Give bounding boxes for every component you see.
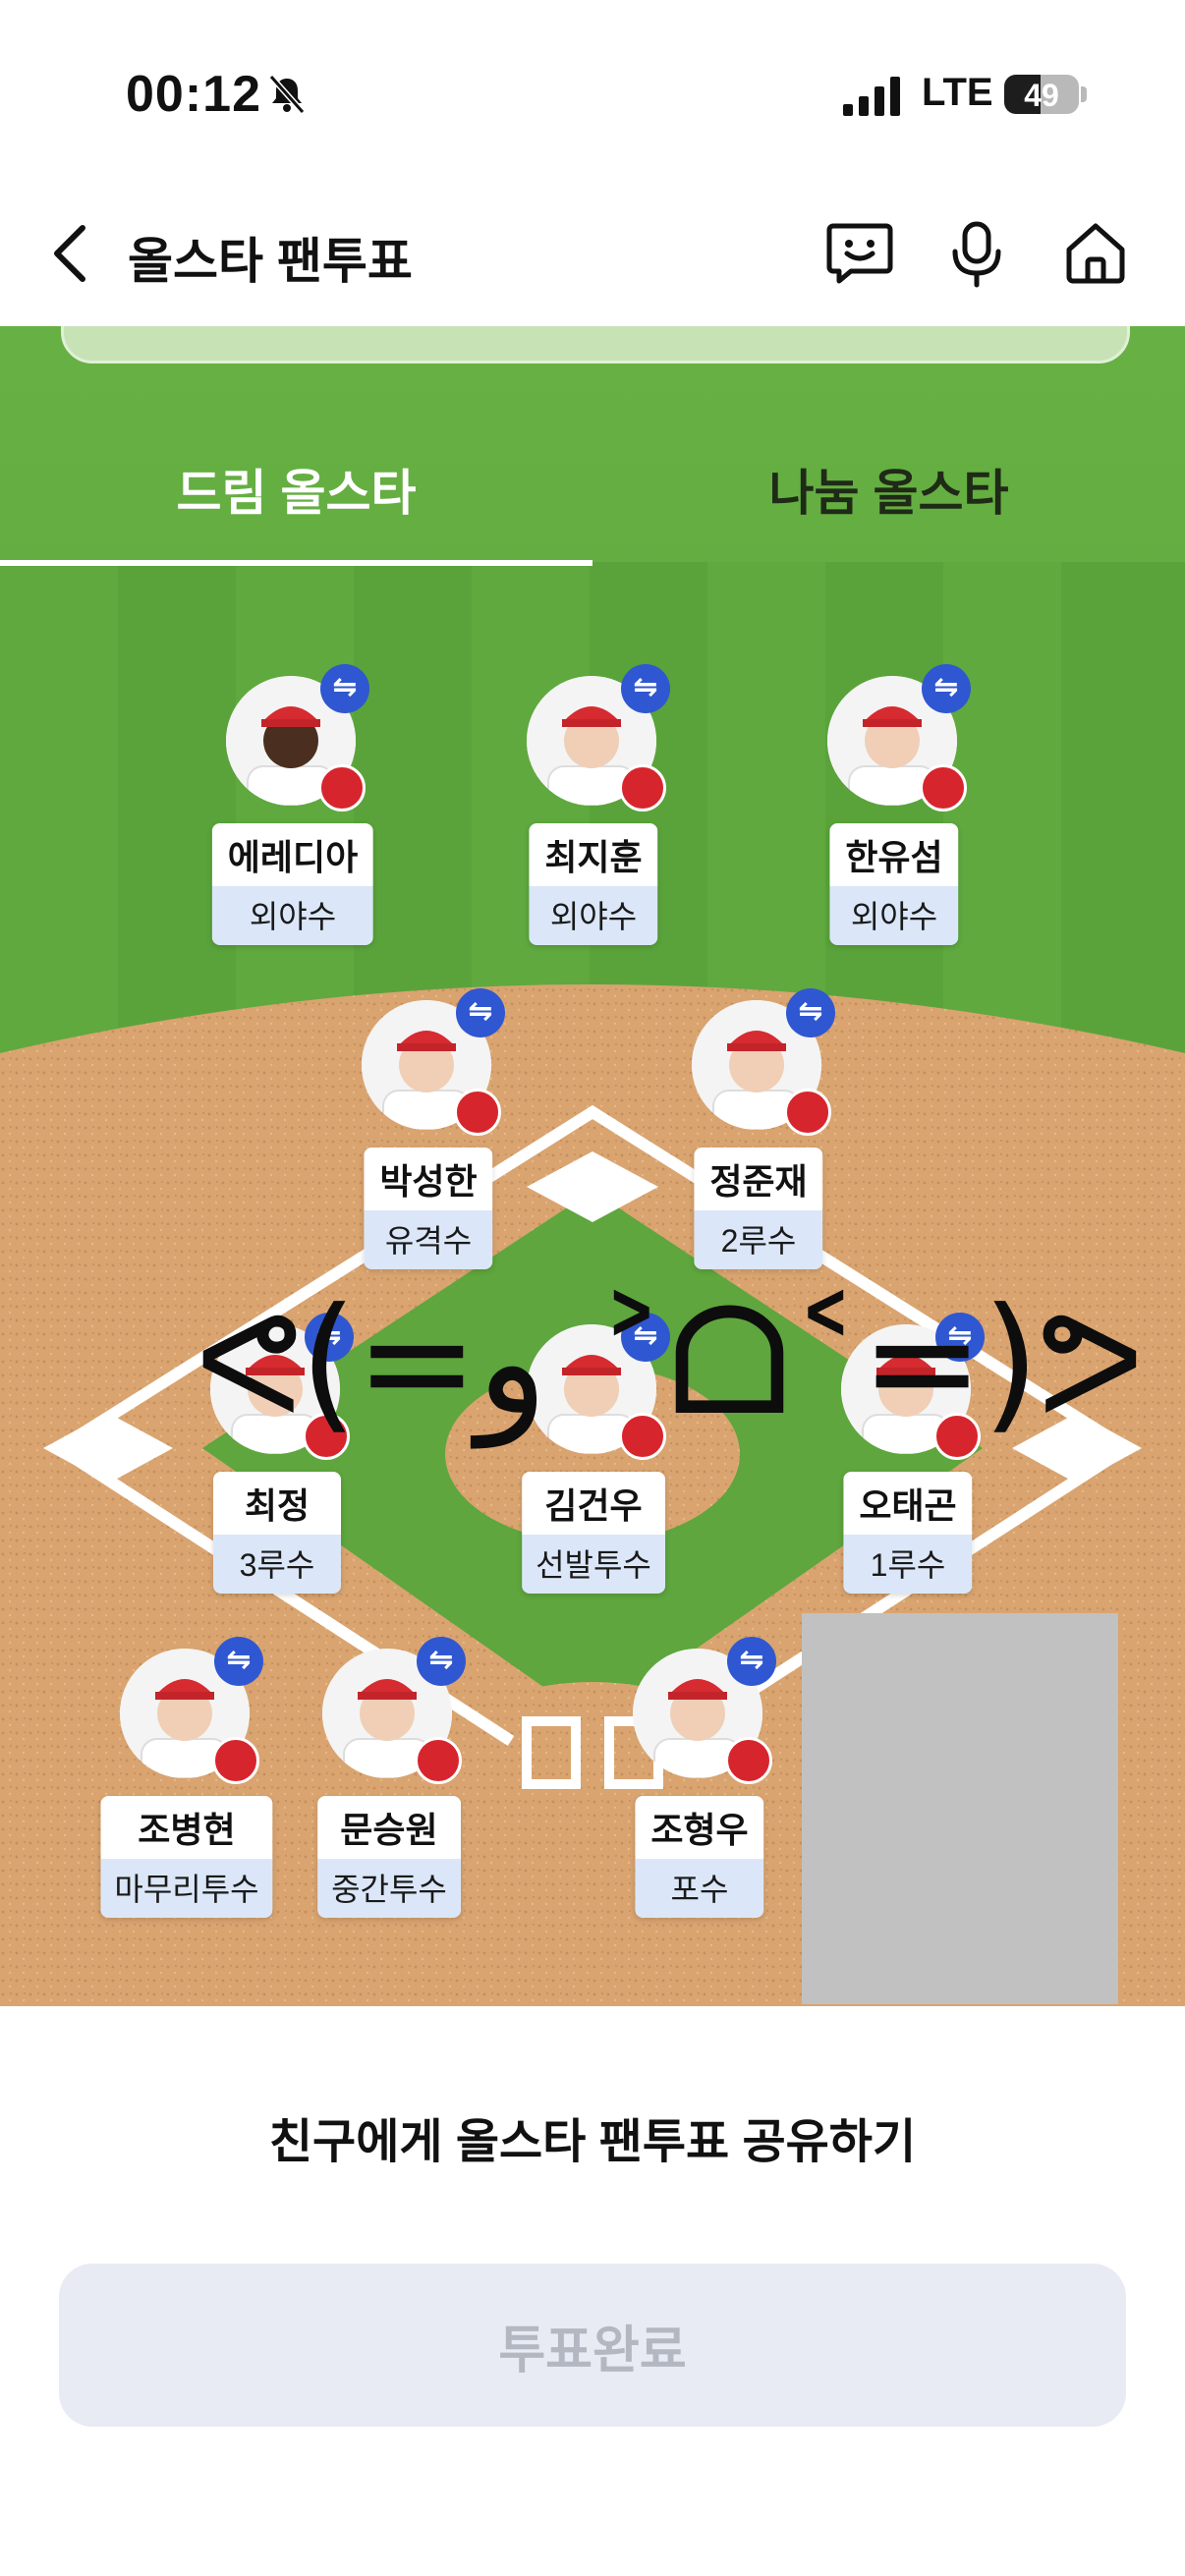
app-header: 올스타 팬투표 xyxy=(0,177,1185,326)
cellular-signal-icon xyxy=(843,77,900,116)
player-label: 조병현 마무리투수 xyxy=(100,1796,273,1918)
player-name: 김건우 xyxy=(522,1472,665,1535)
team-logo-icon xyxy=(725,1737,772,1784)
page-title: 올스타 팬투표 xyxy=(128,234,413,289)
battery-icon: 49 xyxy=(1004,75,1079,114)
swap-player-icon[interactable]: ⇋ xyxy=(456,988,505,1037)
back-arrow-icon[interactable] xyxy=(49,222,92,285)
player-position: 외야수 xyxy=(211,886,374,945)
battery-cap xyxy=(1081,86,1087,102)
player-position: 1루수 xyxy=(843,1535,973,1594)
player-card-middle-reliever[interactable]: ⇋ 문승원 중간투수 xyxy=(291,1637,487,1924)
player-card-catcher[interactable]: ⇋ 조형우 포수 xyxy=(601,1637,798,1924)
player-label: 에레디아 외야수 xyxy=(211,823,374,945)
share-link[interactable]: 친구에게 올스타 팬투표 공유하기 xyxy=(0,2102,1185,2171)
team-logo-icon xyxy=(454,1089,501,1136)
team-logo-icon xyxy=(920,764,967,812)
silent-bell-icon xyxy=(268,75,306,114)
swap-player-icon[interactable]: ⇋ xyxy=(922,664,971,713)
placeholder-block xyxy=(802,1613,1118,2004)
player-label: 박성한 유격수 xyxy=(364,1148,493,1269)
player-position: 마무리투수 xyxy=(100,1859,273,1918)
team-logo-icon xyxy=(212,1737,259,1784)
battery-level: 49 xyxy=(1024,78,1059,113)
player-card-center-field[interactable]: ⇋ 최지훈 외야수 xyxy=(495,664,692,951)
team-logo-icon xyxy=(415,1737,462,1784)
home-icon[interactable] xyxy=(1063,220,1128,285)
player-position: 2루수 xyxy=(694,1210,823,1269)
swap-player-icon[interactable]: ⇋ xyxy=(214,1637,263,1686)
player-label: 한유섬 외야수 xyxy=(829,823,959,945)
tab-nanum-allstar[interactable]: 나눔 올스타 xyxy=(592,454,1185,525)
team-logo-icon xyxy=(784,1089,831,1136)
status-bar: 00:12 LTE 49 xyxy=(0,0,1185,177)
player-position: 중간투수 xyxy=(317,1859,461,1918)
player-name: 에레디아 xyxy=(211,823,374,886)
player-name: 조형우 xyxy=(635,1796,764,1859)
player-name: 정준재 xyxy=(694,1148,823,1210)
network-type: LTE xyxy=(922,71,993,114)
player-label: 김건우 선발투수 xyxy=(522,1472,665,1594)
kaomoji-overlay: ᕙ(=و ˃ᗝ˂=)ᕗ xyxy=(195,1277,1145,1448)
player-name: 한유섬 xyxy=(829,823,959,886)
top-banner-edge xyxy=(61,326,1130,364)
player-position: 3루수 xyxy=(213,1535,341,1594)
player-name: 오태곤 xyxy=(843,1472,973,1535)
microphone-icon[interactable] xyxy=(947,220,1006,289)
swap-player-icon[interactable]: ⇋ xyxy=(417,1637,466,1686)
player-label: 오태곤 1루수 xyxy=(843,1472,973,1594)
vote-complete-label: 투표완료 xyxy=(498,2322,687,2380)
player-card-left-field[interactable]: ⇋ 에레디아 외야수 xyxy=(195,664,391,951)
player-label: 문승원 중간투수 xyxy=(317,1796,461,1918)
swap-player-icon[interactable]: ⇋ xyxy=(320,664,369,713)
vote-complete-button[interactable]: 투표완료 xyxy=(59,2264,1126,2427)
player-name: 최정 xyxy=(213,1472,341,1535)
player-position: 외야수 xyxy=(529,886,658,945)
status-time: 00:12 xyxy=(126,66,261,123)
player-label: 최정 3루수 xyxy=(213,1472,341,1594)
swap-player-icon[interactable]: ⇋ xyxy=(786,988,835,1037)
player-name: 조병현 xyxy=(100,1796,273,1859)
player-position: 포수 xyxy=(635,1859,764,1918)
player-name: 최지훈 xyxy=(529,823,658,886)
team-logo-icon xyxy=(318,764,366,812)
active-tab-indicator xyxy=(0,560,592,566)
tab-dream-allstar[interactable]: 드림 올스타 xyxy=(0,454,592,525)
player-card-second-base[interactable]: ⇋ 정준재 2루수 xyxy=(660,988,857,1275)
swap-player-icon[interactable]: ⇋ xyxy=(621,664,670,713)
player-name: 문승원 xyxy=(317,1796,461,1859)
player-name: 박성한 xyxy=(364,1148,493,1210)
team-logo-icon xyxy=(619,764,666,812)
player-position: 외야수 xyxy=(829,886,959,945)
player-label: 정준재 2루수 xyxy=(694,1148,823,1269)
player-card-right-field[interactable]: ⇋ 한유섬 외야수 xyxy=(796,664,992,951)
swap-player-icon[interactable]: ⇋ xyxy=(727,1637,776,1686)
player-card-closer[interactable]: ⇋ 조병현 마무리투수 xyxy=(88,1637,285,1924)
player-label: 조형우 포수 xyxy=(635,1796,764,1918)
player-position: 유격수 xyxy=(364,1210,493,1269)
player-card-shortstop[interactable]: ⇋ 박성한 유격수 xyxy=(330,988,527,1275)
player-label: 최지훈 외야수 xyxy=(529,823,658,945)
player-position: 선발투수 xyxy=(522,1535,665,1594)
chatbot-icon[interactable] xyxy=(825,220,894,285)
